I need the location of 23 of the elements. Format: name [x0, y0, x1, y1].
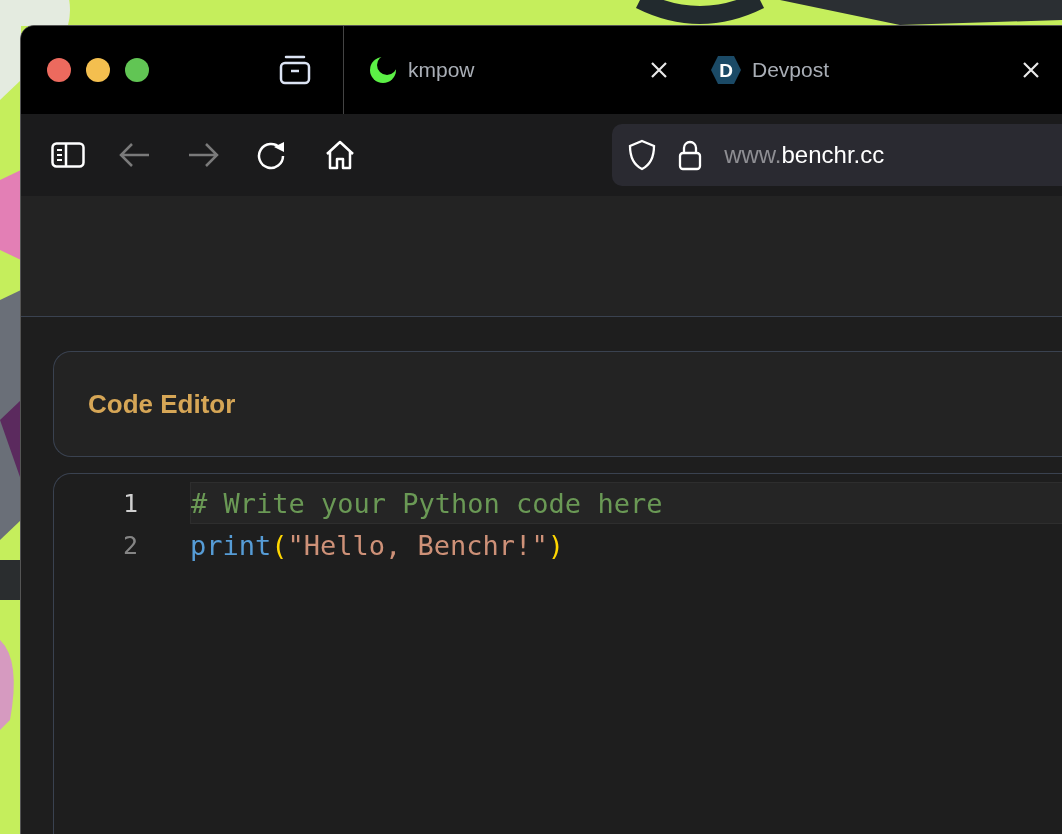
moon-icon — [368, 55, 398, 85]
browser-tab[interactable]: D Devpost — [684, 40, 1062, 100]
reload-icon[interactable] — [255, 140, 286, 170]
close-icon[interactable] — [650, 61, 668, 79]
window-button[interactable] — [47, 58, 71, 82]
hexagon-logo-icon: D — [710, 55, 742, 85]
window-button[interactable] — [125, 58, 149, 82]
address-bar[interactable]: www.benchr.cc — [612, 124, 1062, 186]
card-title: Code Editor — [88, 388, 236, 420]
sidebar-icon[interactable] — [51, 142, 85, 168]
code-line: print("Hello, Benchr!") — [190, 528, 565, 563]
url-text: www.benchr.cc — [724, 141, 885, 169]
shield-icon[interactable] — [628, 139, 657, 171]
code-editor[interactable]: 1 # Write your Python code here 2 print("Hello, Benchr!") — [53, 473, 1062, 834]
browser-tab[interactable]: kmpow — [344, 40, 684, 100]
forward-arrow-icon[interactable] — [187, 142, 220, 168]
line-number: 2 — [121, 530, 138, 560]
close-icon[interactable] — [1022, 61, 1040, 79]
window-button[interactable] — [86, 58, 110, 82]
lock-icon[interactable] — [678, 139, 703, 171]
line-number: 1 — [121, 488, 138, 518]
tab-group-icon[interactable] — [279, 55, 311, 85]
back-arrow-icon[interactable] — [119, 142, 152, 168]
